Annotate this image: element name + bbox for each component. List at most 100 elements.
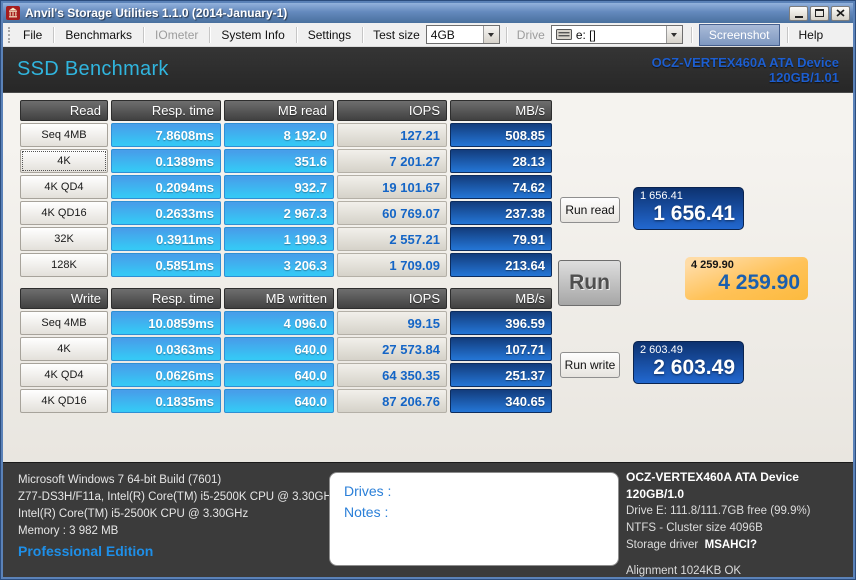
- read-row-seq4mb-button[interactable]: Seq 4MB: [20, 123, 108, 147]
- drive-details-title: OCZ-VERTEX460A ATA Device 120GB/1.0: [626, 470, 799, 501]
- read-seq4mb-mb: 8 192.0: [224, 123, 334, 147]
- write-4k-iops: 27 573.84: [337, 337, 447, 361]
- menu-separator: [295, 26, 297, 43]
- notes-label: Notes :: [344, 504, 389, 520]
- drives-notes-box[interactable]: Drives : Notes :: [329, 472, 619, 566]
- read-score-small: 1 656.41: [640, 190, 683, 202]
- menu-settings[interactable]: Settings: [299, 25, 360, 45]
- read-row-4kqd16-button[interactable]: 4K QD16: [20, 201, 108, 225]
- menu-separator: [53, 26, 55, 43]
- read-4kqd4-mbs: 74.62: [450, 175, 552, 199]
- write-4kqd16-mbs: 340.65: [450, 389, 552, 413]
- read-header-mb-read: MB read: [224, 100, 334, 121]
- read-4kqd16-mbs: 237.38: [450, 201, 552, 225]
- maximize-icon: [815, 9, 824, 17]
- read-row-4k-button[interactable]: 4K: [20, 149, 108, 173]
- read-32k-iops: 2 557.21: [337, 227, 447, 251]
- drive-icon: [555, 29, 572, 40]
- drive-dropdown-button[interactable]: [665, 26, 682, 43]
- device-name: OCZ-VERTEX460A ATA Device: [651, 54, 839, 70]
- write-seq4mb-mbs: 396.59: [450, 311, 552, 335]
- write-header-iops: IOPS: [337, 288, 447, 309]
- write-4kqd16-iops: 87 206.76: [337, 389, 447, 413]
- chevron-down-icon: [671, 32, 678, 37]
- menu-benchmarks[interactable]: Benchmarks: [56, 25, 141, 45]
- write-score-small: 2 603.49: [640, 344, 683, 356]
- write-4k-mb: 640.0: [224, 337, 334, 361]
- test-size-select[interactable]: 4GB: [425, 25, 500, 44]
- read-4k-mb: 351.6: [224, 149, 334, 173]
- write-4kqd4-mb: 640.0: [224, 363, 334, 387]
- write-4kqd16-resp: 0.1835ms: [111, 389, 221, 413]
- menu-file[interactable]: File: [14, 25, 51, 45]
- write-seq4mb-resp: 10.0859ms: [111, 311, 221, 335]
- app-icon: [6, 6, 20, 20]
- write-row-4kqd4-button[interactable]: 4K QD4: [20, 363, 108, 387]
- menu-separator: [690, 26, 692, 43]
- total-score-small: 4 259.90: [691, 259, 734, 271]
- maximize-button[interactable]: [810, 5, 829, 21]
- read-seq4mb-mbs: 508.85: [450, 123, 552, 147]
- read-results-table: Read Resp. time MB read IOPS MB/s Seq 4M…: [20, 100, 552, 277]
- window-title: Anvil's Storage Utilities 1.1.0 (2014-Ja…: [25, 6, 288, 20]
- test-size-value: 4GB: [430, 27, 455, 42]
- write-row-4kqd16-button[interactable]: 4K QD16: [20, 389, 108, 413]
- read-header-read: Read: [20, 100, 108, 121]
- cpu-line: Intel(R) Core(TM) i5-2500K CPU @ 3.30GHz: [18, 508, 249, 520]
- write-seq4mb-mb: 4 096.0: [224, 311, 334, 335]
- read-4k-iops: 7 201.27: [337, 149, 447, 173]
- read-row-32k-button[interactable]: 32K: [20, 227, 108, 251]
- read-4k-mbs: 28.13: [450, 149, 552, 173]
- read-32k-mb: 1 199.3: [224, 227, 334, 251]
- screenshot-button[interactable]: Screenshot: [698, 23, 780, 46]
- drive-value: e: []: [575, 27, 596, 42]
- read-128k-mbs: 213.64: [450, 253, 552, 277]
- read-row-128k-button[interactable]: 128K: [20, 253, 108, 277]
- read-header-resp-time: Resp. time: [111, 100, 221, 121]
- test-size-label: Test size: [373, 27, 420, 42]
- device-info: OCZ-VERTEX460A ATA Device 120GB/1.01: [652, 55, 839, 85]
- drive-label: Drive: [516, 27, 545, 42]
- write-results-table: Write Resp. time MB written IOPS MB/s Se…: [20, 288, 552, 413]
- drives-label: Drives :: [344, 483, 392, 499]
- drive-free-space: Drive E: 111.8/111.7GB free (99.9%): [626, 505, 811, 517]
- system-summary: Microsoft Windows 7 64-bit Build (7601) …: [18, 472, 338, 540]
- drive-select[interactable]: e: []: [550, 25, 683, 44]
- read-128k-resp: 0.5851ms: [111, 253, 221, 277]
- read-header-iops: IOPS: [337, 100, 447, 121]
- edition-label: Professional Edition: [18, 543, 154, 559]
- write-row-seq4mb-button[interactable]: Seq 4MB: [20, 311, 108, 335]
- write-4kqd4-iops: 64 350.35: [337, 363, 447, 387]
- run-read-button[interactable]: Run read: [560, 197, 620, 223]
- read-score-value: 1 656.41: [653, 202, 735, 225]
- menu-separator: [209, 26, 211, 43]
- write-4k-mbs: 107.71: [450, 337, 552, 361]
- write-header-mb-written: MB written: [224, 288, 334, 309]
- memory-line: Memory : 3 982 MB: [18, 525, 119, 537]
- write-score-value: 2 603.49: [653, 356, 735, 379]
- run-write-button[interactable]: Run write: [560, 352, 620, 378]
- run-button[interactable]: Run: [558, 260, 621, 306]
- menu-iometer: IOmeter: [155, 27, 199, 42]
- read-row-4kqd4-button[interactable]: 4K QD4: [20, 175, 108, 199]
- write-seq4mb-iops: 99.15: [337, 311, 447, 335]
- write-header-write: Write: [20, 288, 108, 309]
- page-title: SSD Benchmark: [17, 58, 169, 80]
- menu-system-info[interactable]: System Info: [212, 25, 293, 45]
- menu-help[interactable]: Help: [790, 25, 833, 45]
- write-header-mbs: MB/s: [450, 288, 552, 309]
- read-header-mbs: MB/s: [450, 100, 552, 121]
- write-row-4k-button[interactable]: 4K: [20, 337, 108, 361]
- minimize-button[interactable]: [789, 5, 808, 21]
- read-seq4mb-resp: 7.8608ms: [111, 123, 221, 147]
- read-32k-resp: 0.3911ms: [111, 227, 221, 251]
- close-button[interactable]: [831, 5, 850, 21]
- read-4kqd4-iops: 19 101.67: [337, 175, 447, 199]
- os-line: Microsoft Windows 7 64-bit Build (7601): [18, 474, 222, 486]
- read-4kqd16-iops: 60 769.07: [337, 201, 447, 225]
- read-4kqd16-mb: 2 967.3: [224, 201, 334, 225]
- test-size-dropdown-button[interactable]: [482, 26, 499, 43]
- alignment-line: Alignment 1024KB OK: [626, 565, 742, 577]
- read-4k-resp: 0.1389ms: [111, 149, 221, 173]
